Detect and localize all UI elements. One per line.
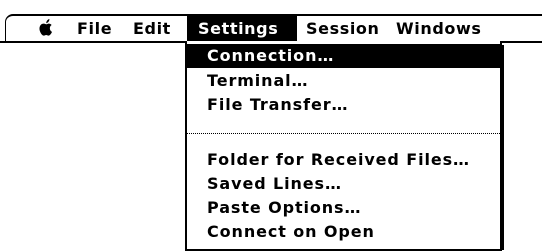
menu-windows[interactable]: Windows <box>396 14 481 41</box>
apple-logo-icon[interactable] <box>38 18 54 38</box>
menu-session[interactable]: Session <box>306 14 380 41</box>
dropdown-shadow <box>502 45 504 250</box>
menu-item-connection[interactable]: Connection… <box>187 44 500 68</box>
menu-settings[interactable]: Settings <box>187 14 297 41</box>
menu-item-folder-for-received-files[interactable]: Folder for Received Files… <box>187 148 500 172</box>
menu-file[interactable]: File <box>77 14 112 41</box>
menu-item-saved-lines[interactable]: Saved Lines… <box>187 172 500 196</box>
menu-item-terminal[interactable]: Terminal… <box>187 69 500 93</box>
menu-edit[interactable]: Edit <box>133 14 171 41</box>
settings-dropdown-menu: Connection… Terminal… File Transfer… Fol… <box>185 41 502 251</box>
menu-item-connect-on-open[interactable]: Connect on Open <box>187 220 500 244</box>
menu-item-paste-options[interactable]: Paste Options… <box>187 196 500 220</box>
apple-logo-svg <box>39 19 52 36</box>
menu-separator <box>187 133 500 134</box>
menu-item-file-transfer[interactable]: File Transfer… <box>187 93 500 117</box>
